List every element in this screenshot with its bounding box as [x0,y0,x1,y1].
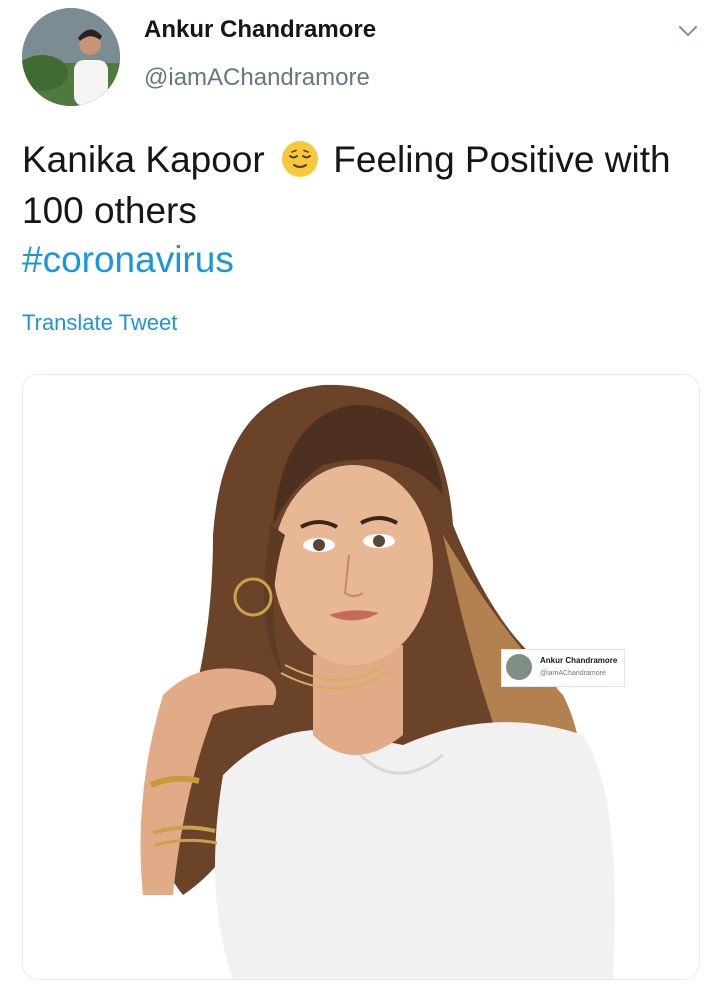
avatar-photo [22,8,120,106]
author-handle[interactable]: @iamAChandramore [144,64,370,92]
tweet-media-image[interactable]: Ankur Chandramore @iamAChandramore [22,374,700,980]
chevron-down-icon[interactable] [678,22,698,40]
watermark-display-name: Ankur Chandramore [540,656,618,665]
watermark-avatar [506,654,532,680]
tweet-text-part-1: Kanika Kapoor [22,139,265,180]
watermark-card: Ankur Chandramore @iamAChandramore [501,649,625,687]
translate-tweet-link[interactable]: Translate Tweet [22,310,177,336]
author-display-name[interactable]: Ankur Chandramore [144,16,376,44]
author-avatar[interactable] [22,8,120,106]
relieved-face-emoji-icon [281,140,319,178]
watermark-handle: @iamAChandramore [540,670,606,677]
tweet-text: Kanika Kapoor Feeling Positive with 100 … [22,134,702,236]
hashtag-link[interactable]: #coronavirus [22,234,234,285]
